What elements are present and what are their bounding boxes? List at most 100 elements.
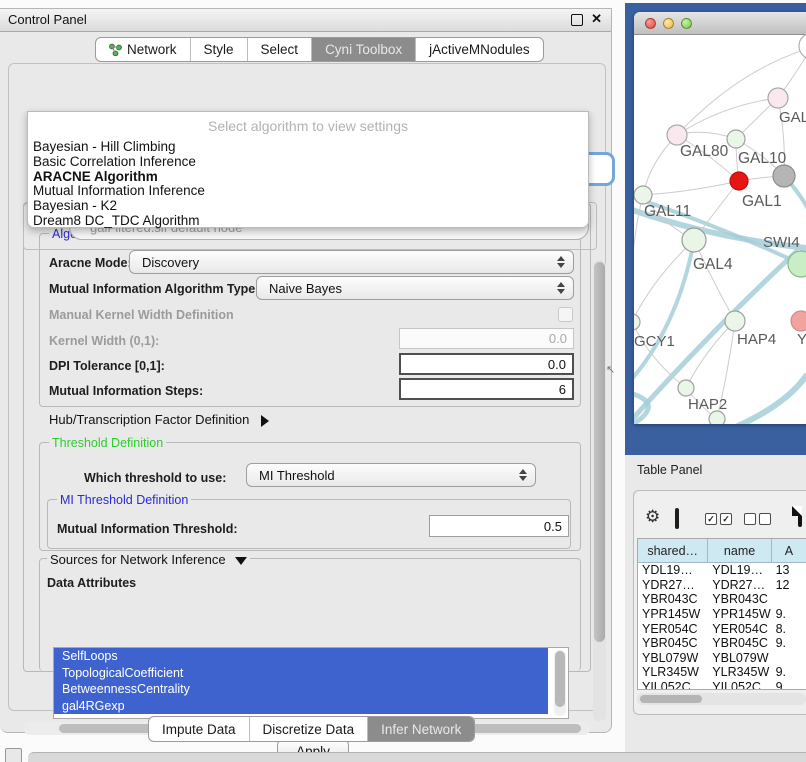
sources-title: Sources for Network Inference <box>50 552 226 567</box>
column-header[interactable]: A <box>772 539 806 562</box>
mi-type-value: Naive Bayes <box>269 281 342 296</box>
node-label: GAL4 <box>693 256 733 273</box>
table-row[interactable]: YBL079WYBL079W <box>638 651 806 666</box>
unchecked-checkbox-icon[interactable] <box>744 513 756 525</box>
tab-select[interactable]: Select <box>248 38 313 61</box>
node-gal11[interactable] <box>634 186 652 204</box>
table-row[interactable]: YIL052CYIL052C9. <box>638 680 806 689</box>
node-gray[interactable] <box>773 165 795 187</box>
page-icon[interactable] <box>798 506 802 527</box>
aracne-mode-label: Aracne Mode: <box>49 256 132 270</box>
node-label: GAL10 <box>738 150 787 167</box>
node-label: GAL80 <box>680 143 729 160</box>
mi-steps-label: Mutual Information Steps: <box>49 384 203 398</box>
tab-network[interactable]: Network <box>96 38 191 61</box>
node-hap2[interactable] <box>678 380 694 396</box>
close-traffic-light-icon[interactable] <box>645 18 656 29</box>
mi-type-combo[interactable]: Naive Bayes <box>256 276 574 300</box>
algorithm-option[interactable]: ARACNE Algorithm <box>28 170 588 185</box>
table-cell: YIL052C <box>638 680 708 689</box>
network-window-titlebar[interactable] <box>634 12 806 35</box>
table-cell: YDR27… <box>708 578 771 592</box>
column-header[interactable]: shared… <box>638 539 708 562</box>
table-row[interactable]: YPR145WYPR145W9. <box>638 607 806 622</box>
node-label: GCY1 <box>634 333 675 350</box>
which-threshold-value: MI Threshold <box>259 468 335 483</box>
tab-discretize-data[interactable]: Discretize Data <box>250 717 369 741</box>
tab-impute-data[interactable]: Impute Data <box>149 717 250 741</box>
mi-threshold-field[interactable]: 0.5 <box>429 515 569 537</box>
algorithm-option[interactable]: Mutual Information Inference <box>28 184 588 199</box>
node-label: GAL11 <box>644 203 691 220</box>
aracne-mode-combo[interactable]: Discovery <box>129 250 574 274</box>
attribute-list-item[interactable]: BetweennessCentrality <box>54 681 548 698</box>
gear-icon[interactable]: ⚙ <box>645 507 660 527</box>
dock-panel-icon[interactable] <box>5 748 22 762</box>
tab-infer-network-label: Infer Network <box>381 722 461 737</box>
attribute-list-item[interactable]: SelfLoops <box>54 648 548 665</box>
columns-icon[interactable] <box>675 508 679 529</box>
algorithm-option[interactable]: Basic Correlation Inference <box>28 155 588 170</box>
node-gcy1[interactable] <box>634 314 640 330</box>
network-edge[interactable] <box>634 322 686 388</box>
attributes-scrollbar[interactable] <box>554 650 566 716</box>
dpi-tolerance-field[interactable]: 0.0 <box>399 353 574 375</box>
close-icon[interactable]: ✕ <box>591 11 602 27</box>
column-header[interactable]: name <box>708 539 771 562</box>
table-row[interactable]: YBR045CYBR045C9. <box>638 636 806 651</box>
mi-type-label: Mutual Information Algorithm Type: <box>49 282 259 296</box>
tab-infer-network[interactable]: Infer Network <box>368 717 474 741</box>
tab-jactivemnodules[interactable]: jActiveMNodules <box>416 38 543 61</box>
network-edge[interactable] <box>738 376 806 424</box>
tab-style[interactable]: Style <box>191 38 248 61</box>
network-edge[interactable] <box>634 241 694 392</box>
table-row[interactable]: YLR345WYLR345W9. <box>638 665 806 680</box>
kernel-width-field[interactable]: 0.0 <box>399 328 574 349</box>
unchecked-checkbox-icon[interactable] <box>759 513 771 525</box>
data-attributes-list[interactable]: SelfLoopsTopologicalCoefficientBetweenne… <box>53 647 569 719</box>
float-window-icon[interactable] <box>571 14 583 26</box>
node-gal2[interactable] <box>768 88 788 108</box>
network-edge[interactable] <box>694 240 735 321</box>
table-cell: 9. <box>772 636 806 650</box>
table-row[interactable]: YER054CYER054C8. <box>638 621 806 636</box>
settings-vertical-scrollbar-thumb[interactable] <box>594 262 605 642</box>
tab-cyni-toolbox-label: Cyni Toolbox <box>325 42 402 57</box>
table-cell: YBL079W <box>708 651 771 665</box>
network-canvas[interactable]: GAL2GAL80GAL10GAL1GAL11SWI4GAL4GCY1HAP4Y… <box>634 34 806 424</box>
algorithm-option[interactable]: Bayesian - Hill Climbing <box>28 140 588 155</box>
tab-cyni-toolbox[interactable]: Cyni Toolbox <box>312 38 416 61</box>
manual-kernel-checkbox[interactable] <box>558 307 573 322</box>
node-gal10[interactable] <box>727 130 745 148</box>
checked-checkbox-icon[interactable]: ✓ <box>720 513 732 525</box>
node-top[interactable] <box>799 34 806 59</box>
zoom-traffic-light-icon[interactable] <box>681 18 692 29</box>
network-edge[interactable] <box>643 181 739 195</box>
algorithm-option[interactable]: Bayesian - K2 <box>28 199 588 214</box>
control-panel-titlebar[interactable]: Control Panel ✕ <box>0 9 611 32</box>
network-edge[interactable] <box>677 98 778 135</box>
table-row[interactable]: YDL19…YDL19…13 <box>638 563 806 578</box>
node-gal80[interactable] <box>667 125 687 145</box>
attributes-scrollbar-thumb[interactable] <box>555 651 565 707</box>
node-gal4[interactable] <box>682 228 706 252</box>
node-hap4[interactable] <box>725 311 745 331</box>
table-row[interactable]: YDR27…YDR27…12 <box>638 578 806 593</box>
algorithm-option[interactable]: Dream8 DC_TDC Algorithm <box>28 214 588 229</box>
hub-section-toggle[interactable]: Hub/Transcription Factor Definition <box>49 412 269 427</box>
node-table: shared…nameA YDL19…YDL19…13YDR27…YDR27…1… <box>637 538 806 690</box>
attribute-list-item[interactable]: TopologicalCoefficient <box>54 665 548 682</box>
sources-toggle[interactable]: Sources for Network Inference <box>47 552 250 567</box>
mi-steps-field[interactable]: 6 <box>399 378 574 400</box>
attribute-list-item[interactable]: gal4RGexp <box>54 698 548 715</box>
which-threshold-combo[interactable]: MI Threshold <box>246 463 536 487</box>
table-row[interactable]: YBR043CYBR043C <box>638 592 806 607</box>
table-horizontal-scrollbar-thumb[interactable] <box>640 695 702 703</box>
stepper-icon <box>519 469 527 481</box>
data-attributes-label: Data Attributes <box>47 576 136 590</box>
minimize-traffic-light-icon[interactable] <box>663 18 674 29</box>
node-red[interactable] <box>730 172 748 190</box>
node-salmon[interactable] <box>791 311 806 331</box>
node-label: GAL2 <box>779 109 806 126</box>
checked-checkbox-icon[interactable]: ✓ <box>705 513 717 525</box>
